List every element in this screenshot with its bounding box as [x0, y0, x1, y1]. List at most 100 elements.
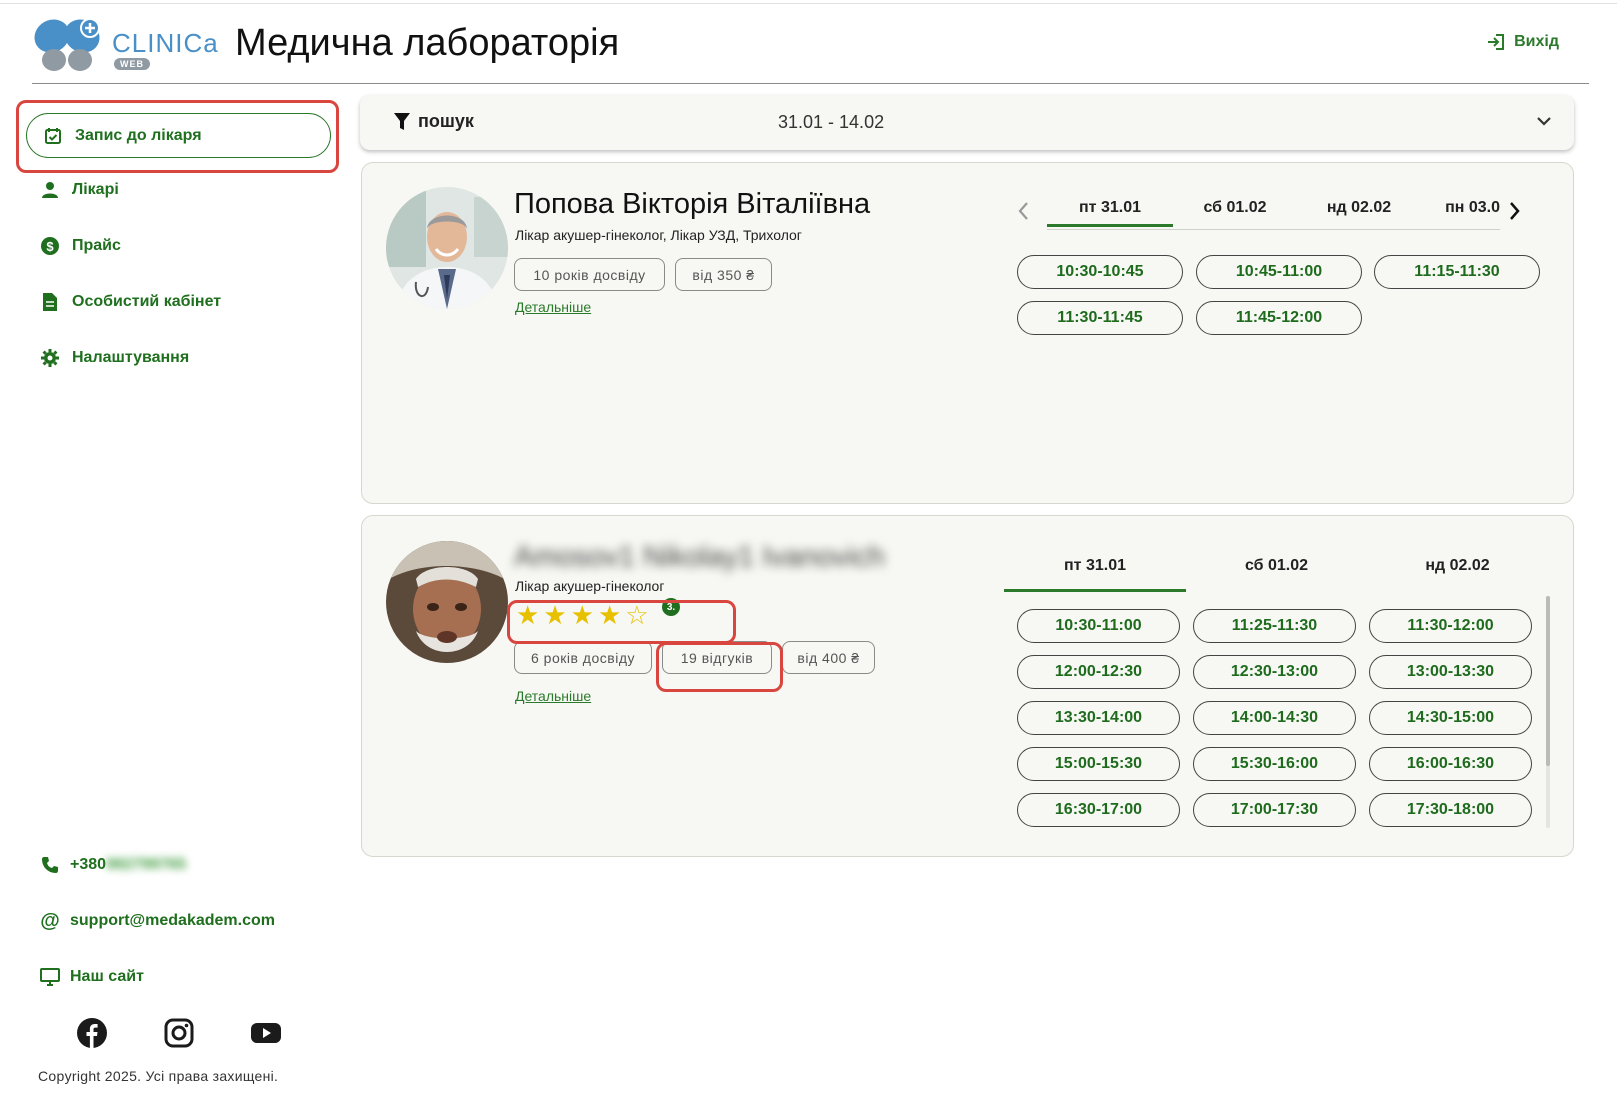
- gear-icon: [40, 348, 60, 368]
- time-slot-button[interactable]: 10:30-11:00: [1017, 609, 1180, 643]
- day-tabs: пт 31.01 сб 01.02 нд 02.02 пн 03.0: [1047, 189, 1500, 227]
- time-slot-button[interactable]: 11:45-12:00: [1196, 301, 1362, 335]
- sidebar-item-price[interactable]: $ Прайс: [40, 236, 121, 256]
- star-filled-icon: ★: [516, 600, 540, 630]
- logout-label: Вихід: [1514, 33, 1559, 50]
- sidebar-item-label: Налаштування: [72, 349, 190, 366]
- chevron-right-icon[interactable]: [1506, 199, 1522, 228]
- sidebar-item-label: Особистий кабінет: [72, 293, 222, 310]
- login-icon: [1486, 32, 1506, 52]
- email-contact[interactable]: @ support@medakadem.com: [40, 909, 275, 932]
- time-slot-button[interactable]: 17:00-17:30: [1193, 793, 1356, 827]
- facebook-icon[interactable]: [76, 1017, 108, 1049]
- page-title: Медична лабораторія: [235, 22, 620, 64]
- doctor-avatar[interactable]: [386, 187, 508, 309]
- dollar-circle-icon: $: [40, 236, 60, 256]
- star-filled-icon: ★: [543, 600, 567, 630]
- time-slot-button[interactable]: 15:30-16:00: [1193, 747, 1356, 781]
- copyright: Copyright 2025. Усі права захищені.: [38, 1068, 279, 1084]
- time-slot-button[interactable]: 11:30-12:00: [1369, 609, 1532, 643]
- top-border: [0, 3, 1617, 4]
- chevron-left-icon[interactable]: [1016, 199, 1032, 228]
- doctor-name[interactable]: Попова Вікторія Віталіївна: [514, 188, 870, 221]
- logo-badge: WEB: [114, 58, 150, 70]
- document-icon: [40, 292, 60, 312]
- time-slot-button[interactable]: 14:00-14:30: [1193, 701, 1356, 735]
- details-link[interactable]: Детальніше: [515, 299, 591, 315]
- sidebar-item-label: Прайс: [72, 237, 121, 254]
- sidebar-item-appointment[interactable]: Запис до лікаря: [26, 113, 331, 158]
- time-slot-button[interactable]: 17:30-18:00: [1369, 793, 1532, 827]
- tab-day[interactable]: пн 03.0: [1421, 189, 1500, 227]
- tab-day[interactable]: сб 01.02: [1173, 189, 1297, 227]
- time-slot-button[interactable]: 14:30-15:00: [1369, 701, 1532, 735]
- phone-number: +380982799765: [70, 856, 186, 874]
- sidebar-item-cabinet[interactable]: Особистий кабінет: [40, 292, 221, 312]
- tab-day[interactable]: нд 02.02: [1297, 189, 1421, 227]
- tabs-divider: [1047, 229, 1500, 230]
- header: CLINICa WEB Медична лабораторія Вихід: [32, 6, 1589, 84]
- time-slot-button[interactable]: 13:00-13:30: [1369, 655, 1532, 689]
- experience-chip: 6 років досвіду: [514, 641, 652, 674]
- website-link[interactable]: Наш сайт: [40, 967, 144, 987]
- instagram-icon[interactable]: [163, 1017, 195, 1049]
- logo-text: CLINICa: [112, 28, 219, 58]
- tab-day[interactable]: пт 31.01: [1004, 540, 1186, 592]
- time-slot-button[interactable]: 12:00-12:30: [1017, 655, 1180, 689]
- sidebar-item-doctors[interactable]: Лікарі: [40, 180, 119, 200]
- star-filled-icon: ★: [570, 600, 594, 630]
- logout-button[interactable]: Вихід: [1486, 32, 1559, 52]
- at-icon: @: [40, 909, 60, 932]
- phone-icon: [40, 855, 60, 875]
- time-slot-button[interactable]: 10:45-11:00: [1196, 255, 1362, 289]
- time-slot-button[interactable]: 11:15-11:30: [1374, 255, 1540, 289]
- slots-scrollbar-thumb[interactable]: [1546, 596, 1550, 766]
- time-slot-button[interactable]: 13:30-14:00: [1017, 701, 1180, 735]
- chevron-down-icon[interactable]: [1534, 111, 1554, 136]
- search-label: пошук: [418, 111, 474, 131]
- time-slot-button[interactable]: 15:00-15:30: [1017, 747, 1180, 781]
- doctor-card: Попова Вікторія Віталіївна Лікар акушер-…: [361, 162, 1574, 504]
- rating-badge: 3.: [662, 598, 680, 616]
- butterfly-logo-icon: [34, 18, 100, 71]
- doctor-card: Amosov1 Nikolay1 Ivanovich Лікар акушер-…: [361, 515, 1574, 857]
- email-address: support@medakadem.com: [70, 912, 275, 929]
- search-toggle[interactable]: пошук: [392, 111, 474, 132]
- sidebar-item-label: Лікарі: [72, 181, 119, 198]
- calendar-check-icon: [43, 126, 63, 146]
- phone-hidden: 982799765: [106, 856, 187, 873]
- doctor-name[interactable]: Amosov1 Nikolay1 Ivanovich: [514, 541, 885, 574]
- website-label: Наш сайт: [70, 968, 144, 985]
- time-slot-button[interactable]: 16:30-17:00: [1017, 793, 1180, 827]
- day-tabs: пт 31.01 сб 01.02 нд 02.02: [1004, 540, 1548, 592]
- time-slot-button[interactable]: 10:30-10:45: [1017, 255, 1183, 289]
- clinica-logo[interactable]: CLINICa WEB: [32, 10, 218, 78]
- filter-icon: [392, 112, 412, 132]
- price-chip: від 350 ₴: [675, 258, 772, 291]
- star-filled-icon: ★: [597, 600, 622, 630]
- svg-text:$: $: [46, 239, 54, 254]
- details-link[interactable]: Детальніше: [515, 688, 591, 704]
- star-empty-icon: ☆: [625, 600, 649, 630]
- phone-contact[interactable]: +380982799765: [40, 855, 186, 875]
- youtube-icon[interactable]: [250, 1017, 282, 1049]
- time-slot-button[interactable]: 16:00-16:30: [1369, 747, 1532, 781]
- tab-day[interactable]: пт 31.01: [1047, 189, 1173, 227]
- reviews-chip[interactable]: 19 відгуків: [662, 641, 772, 674]
- date-range: 31.01 - 14.02: [778, 112, 885, 132]
- experience-chip: 10 років досвіду: [514, 258, 665, 291]
- doctor-specialty: Лікар акушер-гінеколог: [515, 578, 665, 594]
- time-slot-button[interactable]: 11:30-11:45: [1017, 301, 1183, 335]
- tab-day[interactable]: сб 01.02: [1186, 540, 1367, 592]
- sidebar-item-settings[interactable]: Налаштування: [40, 348, 189, 368]
- phone-prefix: +380: [70, 856, 107, 873]
- doctor-specialty: Лікар акушер-гінеколог, Лікар УЗД, Трихо…: [515, 227, 802, 243]
- time-slot-button[interactable]: 12:30-13:00: [1193, 655, 1356, 689]
- price-chip: від 400 ₴: [782, 641, 875, 674]
- tab-day[interactable]: нд 02.02: [1367, 540, 1548, 592]
- doctor-avatar[interactable]: [386, 541, 508, 663]
- rating-stars: ★ ★ ★ ★ ☆: [516, 600, 649, 631]
- person-icon: [40, 180, 60, 200]
- time-slot-button[interactable]: 11:25-11:30: [1193, 609, 1356, 643]
- search-filter-bar[interactable]: пошук 31.01 - 14.02: [360, 95, 1574, 150]
